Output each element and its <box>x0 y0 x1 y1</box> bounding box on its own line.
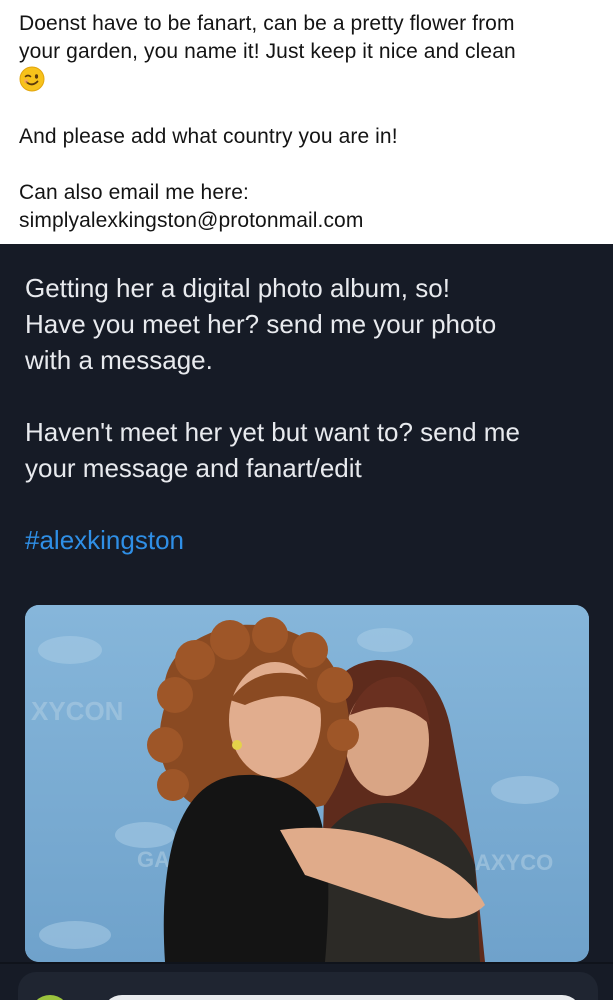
hashtag-link[interactable]: #alexkingston <box>25 522 184 558</box>
photo-watermark-1: XYCON <box>31 696 123 726</box>
tweet-line-4: Haven't meet her yet but want to? send m… <box>25 417 520 447</box>
tweet-text: Getting her a digital photo album, so! H… <box>25 270 595 486</box>
message-note: Doenst have to be fanart, can be a prett… <box>0 0 613 244</box>
note-line-3: And please add what country you are in! <box>19 125 398 148</box>
reply-input[interactable] <box>102 995 582 1000</box>
tweet-line-5: your message and fanart/edit <box>25 453 362 483</box>
tweet-card: Getting her a digital photo album, so! H… <box>0 244 613 1000</box>
photo-watermark-3: AXYCO <box>475 850 553 875</box>
wink-emoji-icon <box>19 66 45 92</box>
note-line-2: your garden, you name it! Just keep it n… <box>19 40 516 63</box>
note-emoji-line <box>19 66 594 95</box>
note-line-1: Doenst have to be fanart, can be a prett… <box>19 12 515 35</box>
note-line-4: Can also email me here: <box>19 181 249 204</box>
tweet-line-2: Have you meet her? send me your photo <box>25 309 497 339</box>
tweet-line-3: with a message. <box>25 345 213 375</box>
tweet-line-1: Getting her a digital photo album, so! <box>25 273 450 303</box>
note-email: simplyalexkingston@protonmail.com <box>19 209 364 232</box>
tweet-photo[interactable]: XYCON GAL AXYCO <box>25 605 589 962</box>
tweet-divider <box>0 962 613 964</box>
